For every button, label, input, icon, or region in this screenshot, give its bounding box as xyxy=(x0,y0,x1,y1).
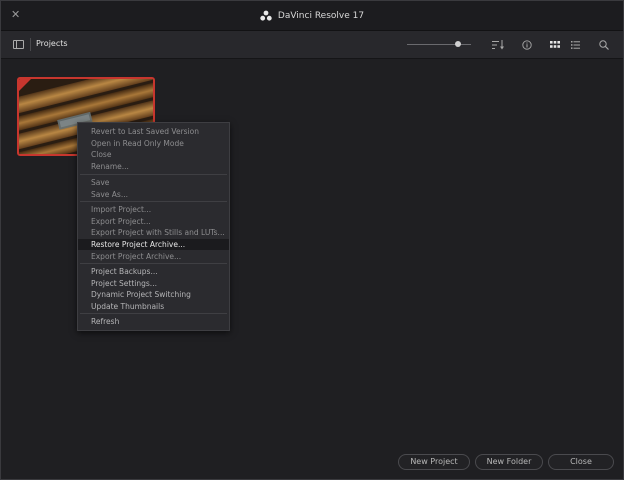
title-bar: ✕ DaVinci Resolve 17 xyxy=(1,1,623,31)
menu-item[interactable]: Export Project Archive... xyxy=(78,251,229,262)
project-manager-toolbar: Projects xyxy=(1,31,623,59)
menu-separator xyxy=(80,174,227,175)
window-title: DaVinci Resolve 17 xyxy=(277,10,365,21)
list-view-icon[interactable] xyxy=(568,38,582,51)
menu-item[interactable]: Project Backups... xyxy=(78,266,229,277)
thumbnail-size-slider-handle[interactable] xyxy=(455,41,462,47)
menu-item[interactable]: Rename... xyxy=(78,161,229,172)
menu-separator xyxy=(80,201,227,202)
menu-item[interactable]: Revert to Last Saved Version xyxy=(78,126,229,137)
section-title: Projects xyxy=(36,39,68,48)
menu-separator xyxy=(80,313,227,314)
menu-item[interactable]: Export Project with Stills and LUTs... xyxy=(78,227,229,238)
project-context-menu: Revert to Last Saved Version Open in Read… xyxy=(77,122,230,331)
menu-item[interactable]: Open in Read Only Mode xyxy=(78,138,229,149)
grid-view-icon[interactable] xyxy=(548,38,562,51)
menu-item[interactable]: Import Project... xyxy=(78,204,229,215)
search-icon[interactable] xyxy=(597,38,611,51)
menu-item[interactable]: Export Project... xyxy=(78,216,229,227)
menu-item[interactable]: Save xyxy=(78,177,229,188)
menu-separator xyxy=(80,263,227,264)
menu-item[interactable]: Close xyxy=(78,149,229,160)
menu-item[interactable]: Project Settings... xyxy=(78,278,229,289)
new-project-button[interactable]: New Project xyxy=(398,454,470,470)
davinci-logo-icon xyxy=(260,6,272,25)
menu-item[interactable]: Dynamic Project Switching xyxy=(78,289,229,300)
close-button[interactable]: Close xyxy=(548,454,614,470)
menu-item[interactable]: Update Thumbnails xyxy=(78,301,229,312)
thumbnail-size-slider[interactable] xyxy=(407,44,471,45)
selected-project-marker xyxy=(19,79,31,91)
sort-icon[interactable] xyxy=(491,38,505,51)
title-group: DaVinci Resolve 17 xyxy=(1,1,623,30)
new-folder-button[interactable]: New Folder xyxy=(475,454,543,470)
toggle-sidebar-icon[interactable] xyxy=(13,40,24,49)
menu-item[interactable]: Refresh xyxy=(78,316,229,327)
toolbar-divider xyxy=(30,38,31,51)
info-icon[interactable] xyxy=(520,38,534,51)
menu-item[interactable]: Save As... xyxy=(78,189,229,200)
menu-item[interactable]: Restore Project Archive... xyxy=(78,239,229,250)
